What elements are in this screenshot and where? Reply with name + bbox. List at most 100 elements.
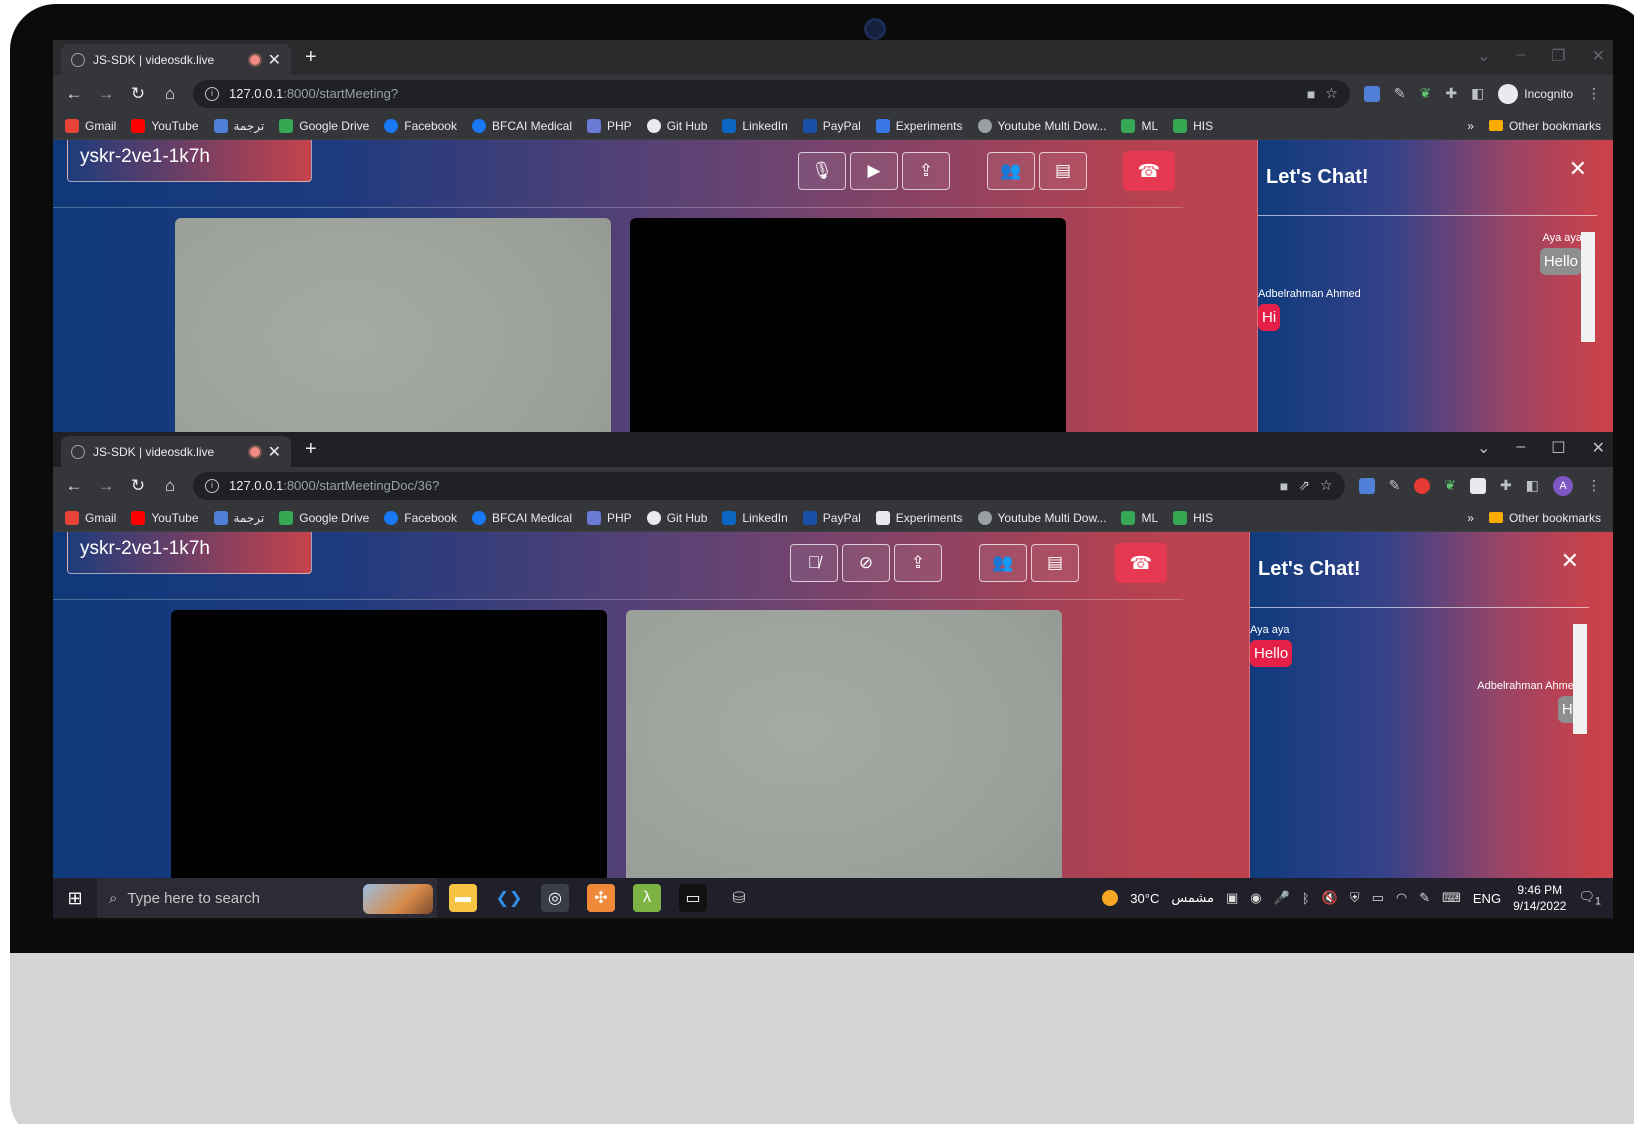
tab-close-icon[interactable]: ✕ [268, 50, 281, 70]
taskbar-clock[interactable]: 9:46 PM 9/14/2022 [1513, 882, 1566, 914]
browser-menu-icon[interactable]: ⋮ [1587, 477, 1601, 494]
bookmark-translate[interactable]: ترجمة [213, 118, 264, 133]
weather-sun-icon[interactable] [1102, 890, 1119, 906]
bookmark-paypal[interactable]: PayPal [802, 510, 861, 525]
browser-tab[interactable]: JS-SDK | videosdk.live ✕ [61, 436, 291, 467]
url-text[interactable]: 127.0.0.1:8000/startMeeting? [229, 86, 1297, 101]
reload-button[interactable]: ↻ [129, 476, 147, 496]
database-icon[interactable]: ⛁ [725, 884, 753, 912]
language-indicator[interactable]: ENG [1473, 891, 1501, 906]
bookmark-ml[interactable]: ML [1121, 510, 1158, 525]
microphone-tray-icon[interactable]: 🎤 [1274, 890, 1290, 906]
bookmark-translate[interactable]: ترجمة [213, 510, 264, 525]
bookmark-star-icon[interactable]: ☆ [1320, 477, 1333, 494]
camera-in-use-icon[interactable]: ■ [1280, 478, 1288, 494]
minimize-button[interactable]: – [1516, 46, 1525, 66]
bookmark-php[interactable]: PHP [587, 118, 632, 133]
wifi-icon[interactable]: ◠ [1396, 890, 1407, 906]
chrome-icon[interactable]: ◎ [541, 884, 569, 912]
xampp-icon[interactable]: ✣ [587, 884, 615, 912]
camera-tray-icon[interactable]: ◉ [1250, 890, 1261, 906]
new-tab-button[interactable]: + [305, 438, 317, 461]
bookmark-youtube-multi[interactable]: Youtube Multi Dow... [977, 510, 1106, 525]
weather-description[interactable]: مشمس [1171, 890, 1214, 906]
share-icon[interactable]: ⇗ [1298, 477, 1310, 494]
bookmark-youtube[interactable]: YouTube [131, 510, 199, 525]
file-explorer-icon[interactable]: ▬ [449, 884, 477, 912]
side-panel-icon[interactable]: ◧ [1471, 85, 1484, 102]
chat-close-button[interactable]: ✕ [1569, 156, 1587, 182]
profile-avatar[interactable]: A [1553, 475, 1573, 496]
bookmark-google-drive[interactable]: Google Drive [279, 118, 369, 133]
screen-share-button[interactable]: ⇪ [894, 544, 942, 582]
chat-scrollbar[interactable] [1581, 232, 1595, 342]
minimize-button[interactable]: – [1516, 438, 1525, 458]
new-tab-button[interactable]: + [305, 46, 317, 69]
taskbar-search-box[interactable]: ⌕ Type here to search [97, 878, 437, 918]
adblock-extension-icon[interactable] [1414, 477, 1431, 494]
microphone-off-button[interactable]: 🎙̸ [790, 544, 838, 582]
more-bookmarks-icon[interactable]: » [1467, 511, 1474, 525]
browser-menu-icon[interactable]: ⋮ [1587, 85, 1601, 102]
leaf-extension-icon[interactable]: ❦ [1420, 85, 1432, 102]
bookmark-gmail[interactable]: Gmail [65, 118, 116, 133]
bookmark-linkedin[interactable]: LinkedIn [722, 510, 788, 525]
bookmark-github[interactable]: Git Hub [646, 510, 707, 525]
bookmark-linkedin[interactable]: LinkedIn [722, 118, 788, 133]
address-bar[interactable]: i 127.0.0.1:8000/startMeetingDoc/36? ■ ⇗… [193, 471, 1345, 500]
back-button[interactable]: ← [65, 476, 83, 496]
site-info-icon[interactable]: i [205, 86, 219, 101]
pen-extension-icon[interactable]: ✎ [1389, 477, 1401, 494]
bookmark-his[interactable]: HIS [1173, 510, 1213, 525]
keyboard-icon[interactable]: ⌨ [1442, 890, 1461, 906]
security-shield-icon[interactable]: ⛨ [1350, 890, 1360, 906]
chat-close-button[interactable]: ✕ [1561, 548, 1579, 574]
nvidia-icon[interactable]: ▣ [1226, 890, 1238, 906]
other-bookmarks[interactable]: Other bookmarks [1488, 511, 1601, 525]
address-bar[interactable]: i 127.0.0.1:8000/startMeeting? ■ ☆ [193, 79, 1350, 108]
b-extension-icon[interactable] [1470, 477, 1487, 494]
tab-search-icon[interactable]: ⌄ [1477, 438, 1490, 458]
home-button[interactable]: ⌂ [161, 84, 179, 104]
participants-button[interactable]: 👥 [979, 544, 1027, 582]
browser-tab[interactable]: JS-SDK | videosdk.live ✕ [61, 44, 291, 75]
reload-button[interactable]: ↻ [129, 84, 147, 104]
bookmark-experiments[interactable]: Experiments [875, 118, 963, 133]
notification-center-icon[interactable]: 🗨1 [1578, 889, 1601, 908]
close-window-button[interactable]: ✕ [1592, 438, 1605, 458]
leaf-extension-icon[interactable]: ❦ [1444, 477, 1456, 494]
chat-scrollbar[interactable] [1573, 624, 1587, 734]
translate-extension-icon[interactable] [1358, 477, 1375, 494]
terminal-icon[interactable]: ▭ [679, 884, 707, 912]
end-call-button[interactable]: ☎ [1115, 543, 1167, 583]
weather-temperature[interactable]: 30°C [1130, 891, 1159, 906]
bookmark-github[interactable]: Git Hub [646, 118, 707, 133]
bookmark-youtube-multi[interactable]: Youtube Multi Dow... [977, 118, 1106, 133]
lambda-app-icon[interactable]: λ [633, 884, 661, 912]
bookmark-youtube[interactable]: YouTube [131, 118, 199, 133]
back-button[interactable]: ← [65, 84, 83, 104]
bookmark-his[interactable]: HIS [1173, 118, 1213, 133]
bookmark-gmail[interactable]: Gmail [65, 510, 116, 525]
bookmark-facebook[interactable]: Facebook [384, 118, 457, 133]
camera-off-button[interactable]: ⊘ [842, 544, 890, 582]
bookmark-ml[interactable]: ML [1121, 118, 1158, 133]
camera-in-use-icon[interactable]: ■ [1307, 86, 1315, 102]
incognito-indicator[interactable]: Incognito [1498, 83, 1573, 104]
bluetooth-icon[interactable]: ᛒ [1302, 891, 1310, 906]
url-text[interactable]: 127.0.0.1:8000/startMeetingDoc/36? [229, 478, 1270, 493]
forward-button[interactable]: → [97, 476, 115, 496]
vscode-icon[interactable]: ❮❯ [495, 884, 523, 912]
pen-extension-icon[interactable]: ✎ [1394, 85, 1406, 102]
puzzle-icon[interactable]: ✚ [1500, 477, 1512, 494]
more-bookmarks-icon[interactable]: » [1467, 119, 1474, 133]
participants-button[interactable]: 👥 [987, 152, 1035, 190]
chat-button[interactable]: ▤ [1031, 544, 1079, 582]
bookmark-php[interactable]: PHP [587, 510, 632, 525]
bookmark-bfcai-medical[interactable]: BFCAI Medical [471, 510, 572, 525]
start-button[interactable]: ⊞ [53, 888, 97, 909]
microphone-button[interactable]: 🎙 [798, 152, 846, 190]
maximize-button[interactable]: ❐ [1551, 46, 1565, 66]
puzzle-icon[interactable]: ✚ [1445, 85, 1457, 102]
pen-tray-icon[interactable]: ✎ [1419, 890, 1430, 906]
